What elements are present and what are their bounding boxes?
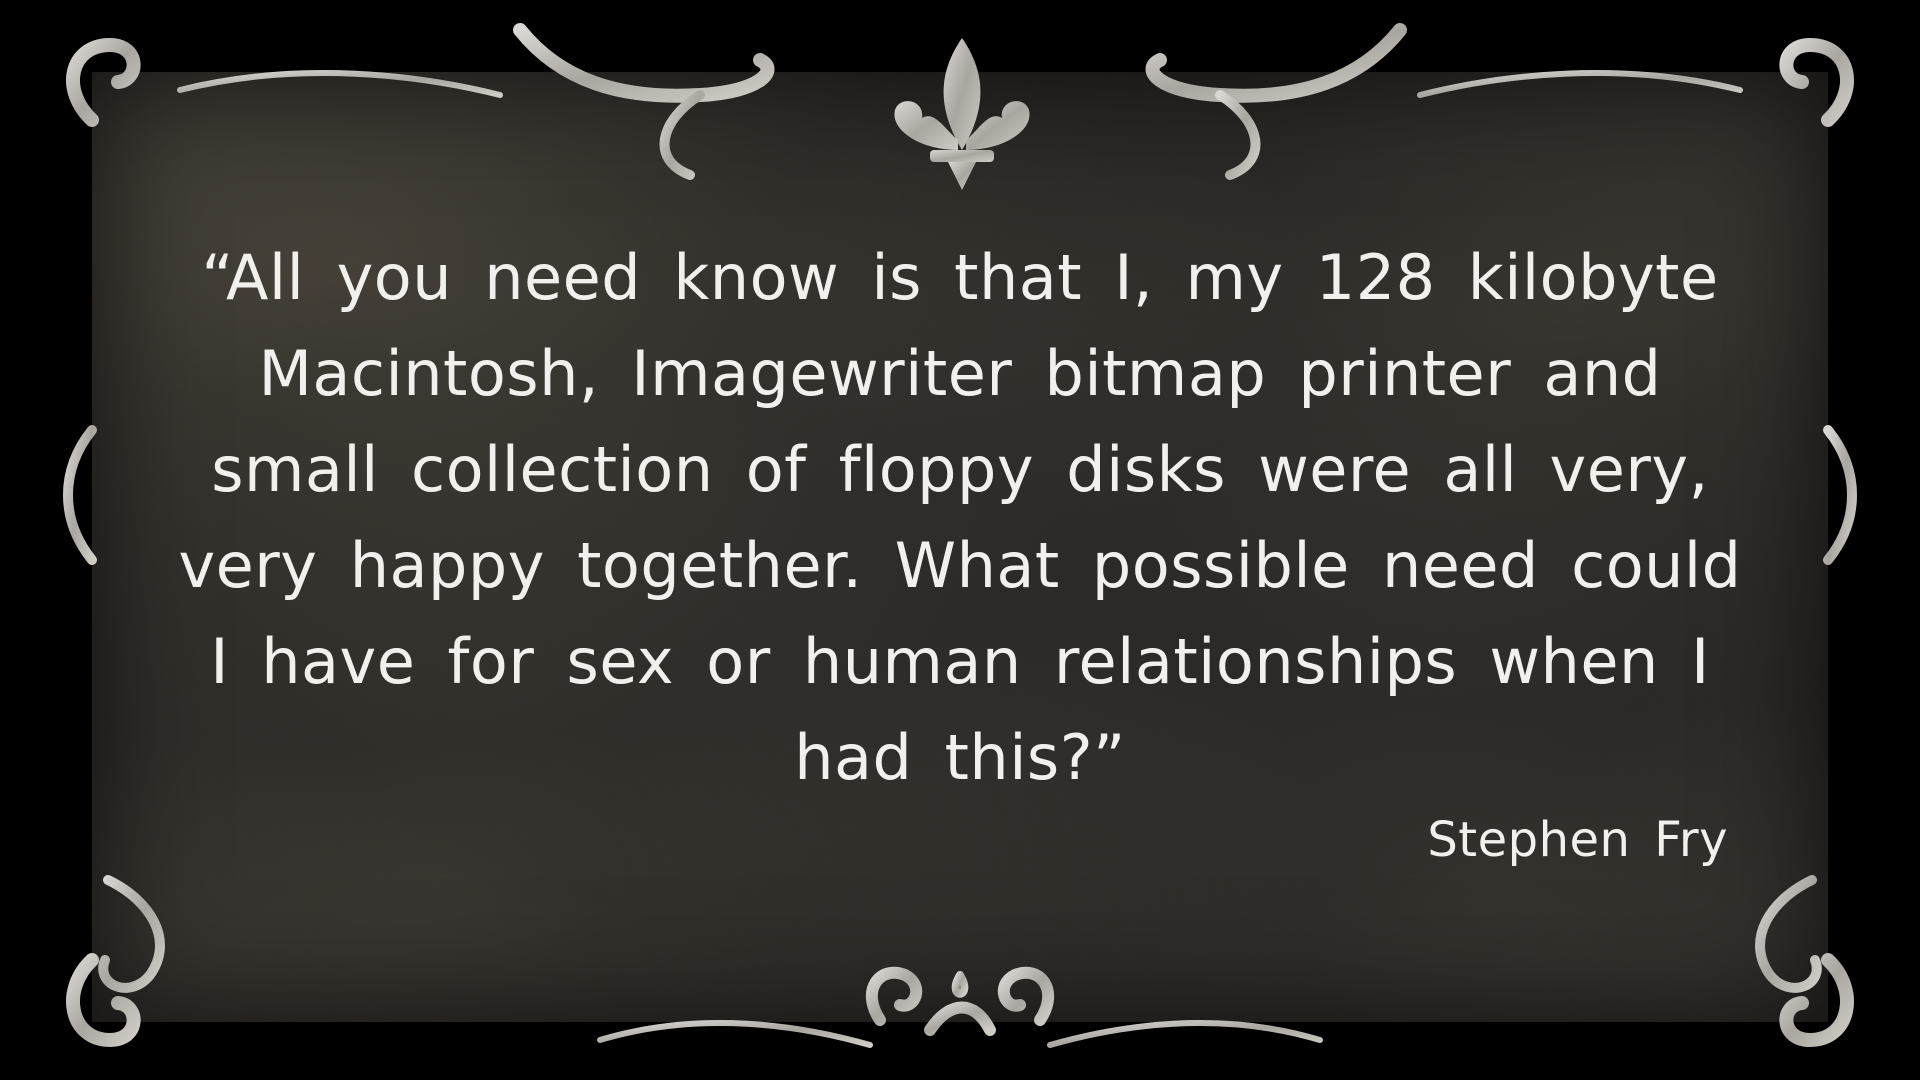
scroll-flourish-icon [597, 966, 1323, 1048]
quote-text: “All you need know is that I, my 128 kil… [178, 241, 1742, 794]
fleur-de-lis-icon [894, 38, 1030, 190]
slide: “All you need know is that I, my 128 kil… [0, 0, 1920, 1080]
quote-author: Stephen Fry [1427, 812, 1728, 868]
